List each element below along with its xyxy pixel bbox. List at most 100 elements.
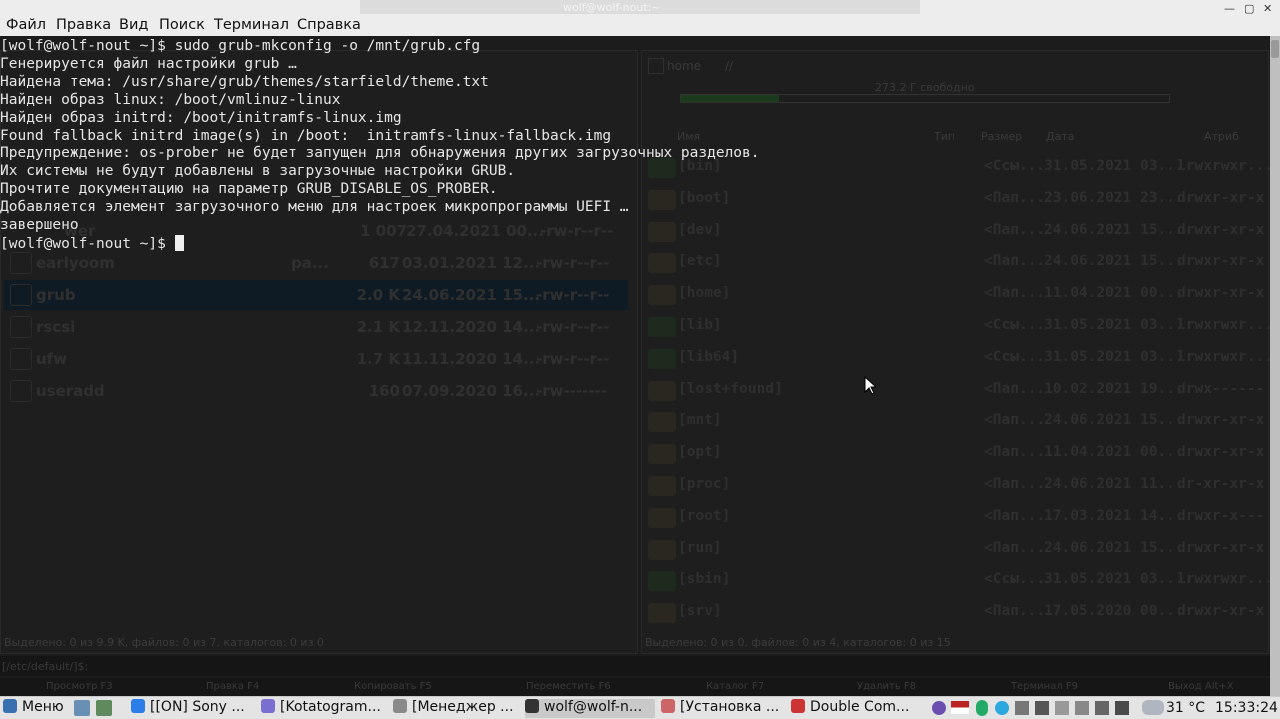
dir-size: <Пап... (984, 189, 1046, 206)
fkey-button[interactable]: Удалить F8 (857, 681, 916, 692)
keyboard-layout-icon[interactable] (951, 701, 969, 714)
terminal-output[interactable]: [wolf@wolf-nout ~]$ sudo grub-mkconfig -… (0, 38, 760, 254)
folder-icon (648, 476, 676, 496)
tray-icon[interactable] (1055, 701, 1069, 715)
app-icon (131, 699, 145, 713)
file-icon (10, 348, 32, 370)
right-status: Выделено: 0 из 0, файлов: 0 из 4, катало… (645, 636, 951, 649)
menu-view[interactable]: Вид (119, 17, 148, 33)
minimize-icon[interactable]: — (1224, 2, 1235, 15)
file-date: 11.11.2020 14... (402, 350, 541, 368)
dir-attr: lrwxrwxr... (1177, 571, 1274, 588)
file-icon (10, 284, 32, 306)
file-name: rscsi (36, 318, 76, 336)
fkey-button[interactable]: Выход Alt+X (1168, 681, 1234, 692)
list-item[interactable]: [proc] <Пап... 24.06.2021 11... dr-xr-xr-x (644, 470, 1264, 500)
dir-size: <Пап... (984, 507, 1046, 524)
tray-icon[interactable] (1015, 701, 1029, 715)
fkey-button[interactable]: Копировать F5 (354, 681, 432, 692)
dir-attr: dr-xr-xr-x (1177, 476, 1265, 492)
terminal-line: Генерируется файл настройки grub … (0, 55, 297, 72)
list-item[interactable]: [lost+found] <Пап... 10.02.2021 19... drwx-… (644, 375, 1264, 405)
start-menu-button[interactable]: Меню (3, 699, 64, 718)
taskbar-window-button[interactable]: [[ON] Sony ... (131, 699, 257, 718)
file-size: 2.0 K (356, 286, 400, 304)
scroll-thumb[interactable] (1271, 40, 1279, 58)
menu-help[interactable]: Справка (297, 17, 361, 33)
fkey-button[interactable]: Переместить F6 (526, 681, 611, 692)
clock[interactable]: 15:33:24 (1215, 700, 1278, 716)
folder-link-icon (648, 317, 676, 337)
file-size: 2.1 K (356, 318, 400, 336)
col-date[interactable]: Дата (1046, 130, 1074, 143)
telegram-icon[interactable] (995, 701, 1009, 715)
tray-icon[interactable] (1075, 701, 1089, 715)
menu-search[interactable]: Поиск (159, 17, 205, 33)
list-item[interactable]: [lib64] <Ссы... 31.05.2021 03... lrwxrwxr..… (644, 343, 1273, 373)
dir-attr: drwxr-xr-x (1177, 253, 1265, 270)
fkey-button[interactable]: Каталог F7 (706, 681, 764, 692)
close-icon[interactable]: ✕ (1263, 2, 1272, 15)
list-item[interactable]: [home] <Пап... 11.04.2021 00... drwxr-xr-x (644, 279, 1264, 309)
left-status: Выделено: 0 из 9.9 K, файлов: 0 из 7, ка… (4, 636, 324, 649)
taskbar-window-button[interactable]: [Установка ... (661, 699, 787, 718)
list-item[interactable]: rscsi 2.1 K 12.11.2020 14... -rw-r--r-- (4, 312, 628, 342)
file-icon (10, 380, 32, 402)
fkey-button[interactable]: Терминал F9 (1011, 681, 1078, 692)
file-size: 160 (368, 382, 400, 400)
temperature[interactable]: 31 °C (1166, 700, 1205, 716)
dir-name: [home] (678, 285, 731, 302)
function-key-bar: Просмотр F3 Правка F4 Копировать F5 Перемес… (0, 678, 1270, 696)
folder-icon (648, 444, 676, 465)
show-desktop-icon[interactable] (74, 700, 90, 716)
taskbar-window-button[interactable]: Double Com... (791, 699, 919, 718)
folder-icon (648, 539, 676, 560)
app-icon (261, 699, 275, 713)
launcher-icon[interactable] (96, 700, 112, 716)
col-size[interactable]: Размер (981, 130, 1022, 143)
tray-icon[interactable] (1035, 701, 1049, 715)
list-item[interactable]: useradd 160 07.09.2020 16... -rw------- (4, 376, 628, 406)
battery-icon[interactable] (1115, 701, 1129, 715)
free-space-text: 273.2 Г свободно (875, 81, 975, 94)
dir-attr: drwxr-xr-x (1177, 189, 1265, 206)
dir-name: [proc] (678, 476, 731, 492)
list-item[interactable]: [root] <Пап... 17.03.2021 14... drwxr-x--- (644, 502, 1264, 532)
dir-name: [lost+found] (678, 380, 783, 397)
list-item[interactable]: [sbin] <Ссы... 31.05.2021 03... lrwxrwxr... (644, 565, 1273, 595)
taskbar-window-button[interactable]: wolf@wolf-n... (525, 699, 655, 718)
menu-terminal[interactable]: Терминал (214, 17, 289, 33)
maximize-icon[interactable]: ▢ (1244, 2, 1254, 15)
taskbar-window-button[interactable]: [Менеджер ... (393, 699, 521, 718)
terminal-line: Добавляется элемент загрузочного меню дл… (0, 199, 629, 216)
terminal-cursor (174, 234, 184, 251)
file-name: ufw (36, 350, 68, 368)
list-item[interactable]: [opt] <Пап... 11.04.2021 00... drwxr-xr-x (644, 438, 1264, 468)
dir-name: [root] (678, 507, 731, 524)
col-type[interactable]: Тип (934, 130, 955, 143)
command-line[interactable]: [/etc/default/]$: (0, 656, 1270, 676)
terminal-line: Их системы не будут добавлены в загрузоч… (0, 163, 516, 180)
menu-file[interactable]: Файл (6, 17, 46, 33)
list-item[interactable]: [mnt] <Пап... 24.06.2021 15... drwxr-xr-x (644, 406, 1264, 436)
list-item[interactable]: [srv] <Пап... 17.05.2020 00... drwxr-xr-x (644, 597, 1264, 627)
fkey-button[interactable]: Правка F4 (206, 681, 259, 692)
menu-edit[interactable]: Правка (56, 17, 111, 33)
dir-size: <Пап... (984, 444, 1046, 461)
volume-icon[interactable] (1095, 701, 1109, 715)
dir-name: [run] (678, 539, 722, 556)
network-icon[interactable] (976, 700, 988, 716)
list-item[interactable]: [run] <Пап... 24.06.2021 15... drwxr-xr-x (644, 534, 1264, 564)
list-item[interactable]: ufw 1.7 K 11.11.2020 14... -rw-r--r-- (4, 344, 628, 374)
list-item[interactable]: grub 2.0 K 24.06.2021 15... -rw-r--r-- (4, 280, 628, 310)
col-attr[interactable]: Атриб (1204, 130, 1239, 143)
folder-icon (648, 380, 676, 401)
terminal-scrollbar[interactable] (1270, 36, 1280, 696)
taskbar-window-button[interactable]: [Kotatogram... (261, 699, 389, 718)
list-item[interactable]: [lib] <Ссы... 31.05.2021 03... lrwxrwxr... (644, 311, 1273, 341)
app-icon (791, 699, 805, 713)
tray-app-icon[interactable] (932, 701, 946, 715)
fkey-button[interactable]: Просмотр F3 (46, 681, 113, 692)
window-title: wolf@wolf-nout:~ (563, 1, 661, 14)
dir-size: <Пап... (984, 412, 1046, 429)
